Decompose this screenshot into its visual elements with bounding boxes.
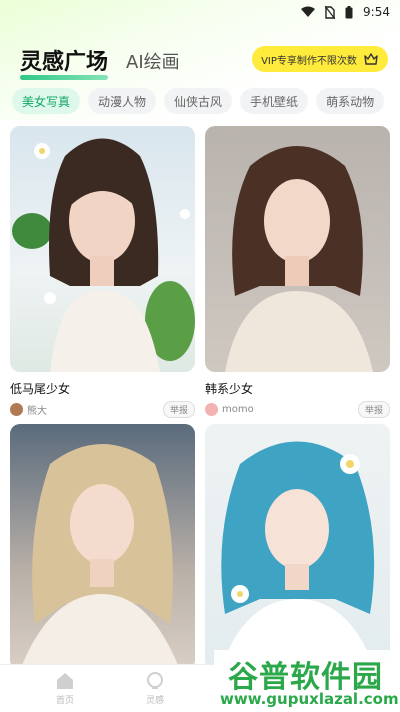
card-image[interactable] [10, 126, 195, 372]
tab-ai-painting[interactable]: AI绘画 [126, 48, 180, 80]
vip-banner[interactable]: VIP专享制作不限次数 [252, 46, 388, 72]
chip-category-2[interactable]: 仙侠古风 [164, 88, 233, 114]
card-image[interactable] [10, 424, 195, 670]
chip-category-3[interactable]: 手机壁纸 [240, 88, 309, 114]
nav-inspiration[interactable]: 灵感 [110, 665, 200, 712]
status-bar: 9:54 [0, 0, 400, 24]
category-chips: 美女写真 动漫人物 仙侠古风 手机壁纸 萌系动物 [12, 88, 385, 114]
watermark-url: www.gupuxlazal.com [220, 690, 399, 708]
card-image[interactable] [205, 424, 390, 670]
report-button[interactable]: 举报 [162, 401, 195, 418]
author-name: momo [222, 404, 254, 415]
watermark: 谷普软件园 www.gupuxlazal.com [214, 650, 400, 712]
header-tabs: 灵感广场 AI绘画 [20, 44, 180, 80]
tab-inspiration[interactable]: 灵感广场 [20, 44, 109, 80]
wifi-icon [301, 6, 316, 17]
avatar [205, 403, 218, 416]
card-meta: 熊大 举报 [10, 401, 195, 418]
nav-inspiration-label: 灵感 [145, 696, 164, 706]
inspiration-icon [147, 672, 163, 689]
card-title: 韩系少女 [205, 382, 254, 396]
card-meta: momo 举报 [205, 401, 390, 418]
author-name: 熊大 [27, 406, 47, 417]
image-card[interactable] [205, 424, 390, 670]
card-author[interactable]: momo [205, 403, 254, 416]
no-sim-icon [325, 5, 336, 19]
nav-home[interactable]: 首页 [20, 665, 110, 712]
crown-icon [364, 53, 378, 65]
nav-home-label: 首页 [55, 696, 74, 706]
status-time: 9:54 [363, 5, 390, 19]
card-title: 低马尾少女 [10, 382, 71, 396]
card-image[interactable] [205, 126, 390, 372]
image-card[interactable]: 韩系少女 momo 举报 [205, 126, 390, 418]
chip-category-1[interactable]: 动漫人物 [88, 88, 157, 114]
home-icon [57, 673, 73, 689]
image-card[interactable]: 低马尾少女 熊大 举报 [10, 126, 195, 418]
report-button[interactable]: 举报 [357, 401, 390, 418]
avatar [10, 403, 23, 416]
card-author[interactable]: 熊大 [10, 402, 47, 417]
battery-icon [345, 5, 353, 18]
chip-category-4[interactable]: 萌系动物 [316, 88, 385, 114]
vip-banner-label: VIP专享制作不限次数 [261, 55, 357, 67]
image-card[interactable] [10, 424, 195, 670]
chip-category-0[interactable]: 美女写真 [12, 88, 81, 114]
